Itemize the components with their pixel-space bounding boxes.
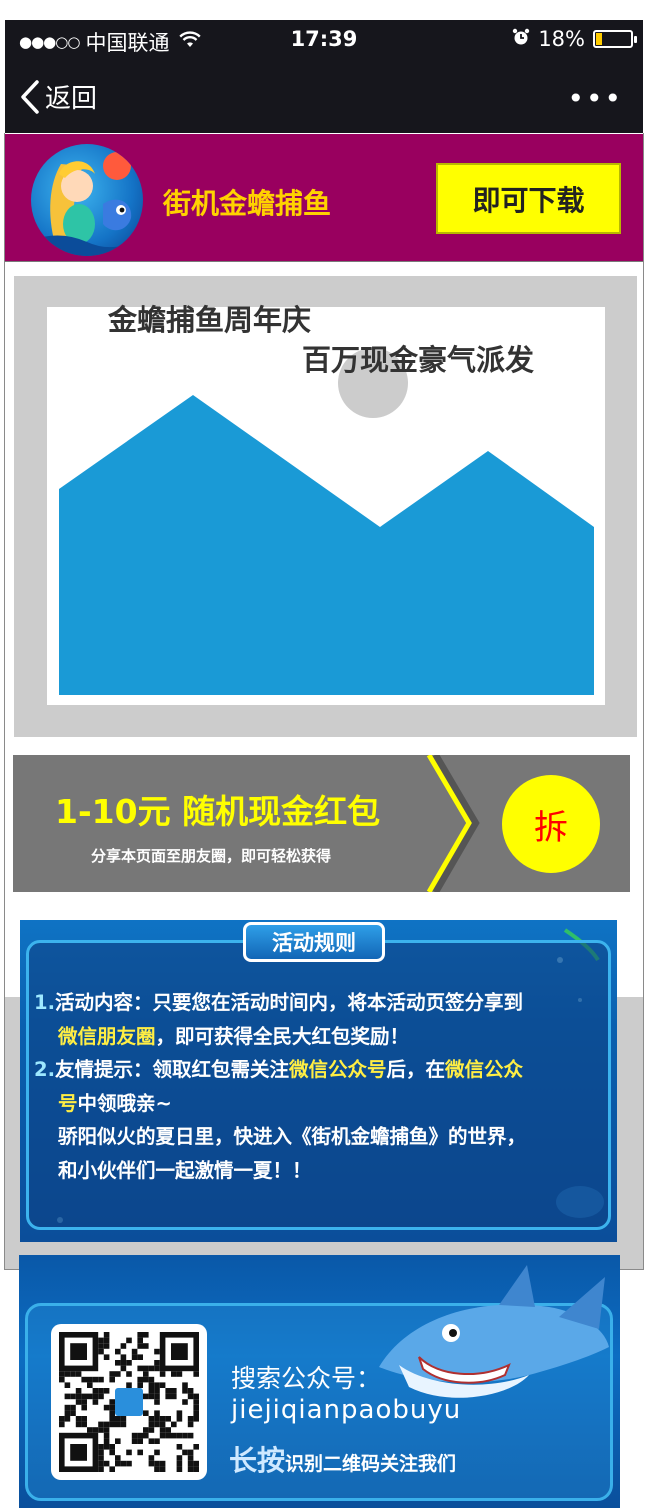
hero-title-line2: 百万现金豪气派发 [302, 343, 535, 377]
app-icon [31, 144, 143, 256]
red-packet-title: 1-10元 随机现金红包 [55, 792, 381, 831]
mermaid-game-icon [31, 152, 143, 256]
placeholder-mountain-icon [59, 395, 594, 695]
rule-item-2: 2.友情提示：领取红包需关注微信公众号后，在微信公众 [34, 1058, 524, 1081]
follow-account-panel: 搜索公众号： jiejiqianpaobuyu 长按识别二维码关注我们 [19, 1255, 620, 1508]
app-name: 街机金蟾捕鱼 [163, 187, 332, 220]
back-button[interactable]: 返回 [19, 78, 97, 115]
app-download-banner: 街机金蟾捕鱼 即可下载 [5, 134, 643, 262]
download-button[interactable]: 即可下载 [436, 163, 621, 234]
back-label: 返回 [45, 84, 98, 114]
rule-line-4: 和小伙伴们一起激情一夏！！ [58, 1158, 312, 1182]
qr-code[interactable] [51, 1324, 207, 1480]
rule-item-1: 1.活动内容：只要您在活动时间内，将本活动页签分享到 [34, 991, 523, 1014]
red-packet-subtitle: 分享本页面至朋友圈，即可轻松获得 [91, 847, 332, 865]
battery-icon [593, 30, 637, 48]
rules-text: 1.活动内容：只要您在活动时间内，将本活动页签分享到 微信朋友圈，即可获得全民大… [34, 986, 594, 1187]
hero-title-line1: 金蟾捕鱼周年庆 [108, 303, 312, 337]
battery-fill [596, 33, 602, 45]
activity-rules-panel: 活动规则 1.活动内容：只要您在活动时间内，将本活动页签分享到 微信朋友圈，即可… [20, 920, 617, 1242]
rule-line-3: 骄阳似火的夏日里，快进入《街机金蟾捕鱼》的世界， [58, 1125, 527, 1148]
red-packet-banner[interactable]: 1-10元 随机现金红包 分享本页面至朋友圈，即可轻松获得 拆 [13, 755, 630, 892]
qr-code-image [59, 1332, 199, 1472]
official-account-id: jiejiqianpaobuyu [231, 1395, 462, 1425]
navigation-bar: 返回 ••• [5, 60, 643, 134]
battery-percent: 18% [538, 27, 585, 51]
chevron-left-icon [21, 79, 39, 114]
open-red-packet-button[interactable]: 拆 [502, 775, 600, 873]
alarm-icon [512, 27, 530, 51]
search-account-label: 搜索公众号： [231, 1364, 382, 1393]
longpress-instruction: 长按识别二维码关注我们 [229, 1444, 457, 1477]
chevron-right-icon [426, 755, 480, 892]
status-bar: ●●●○○ 中国联通 17:39 18% [5, 20, 643, 60]
more-options-button[interactable]: ••• [567, 82, 623, 115]
rules-header: 活动规则 [243, 922, 385, 962]
